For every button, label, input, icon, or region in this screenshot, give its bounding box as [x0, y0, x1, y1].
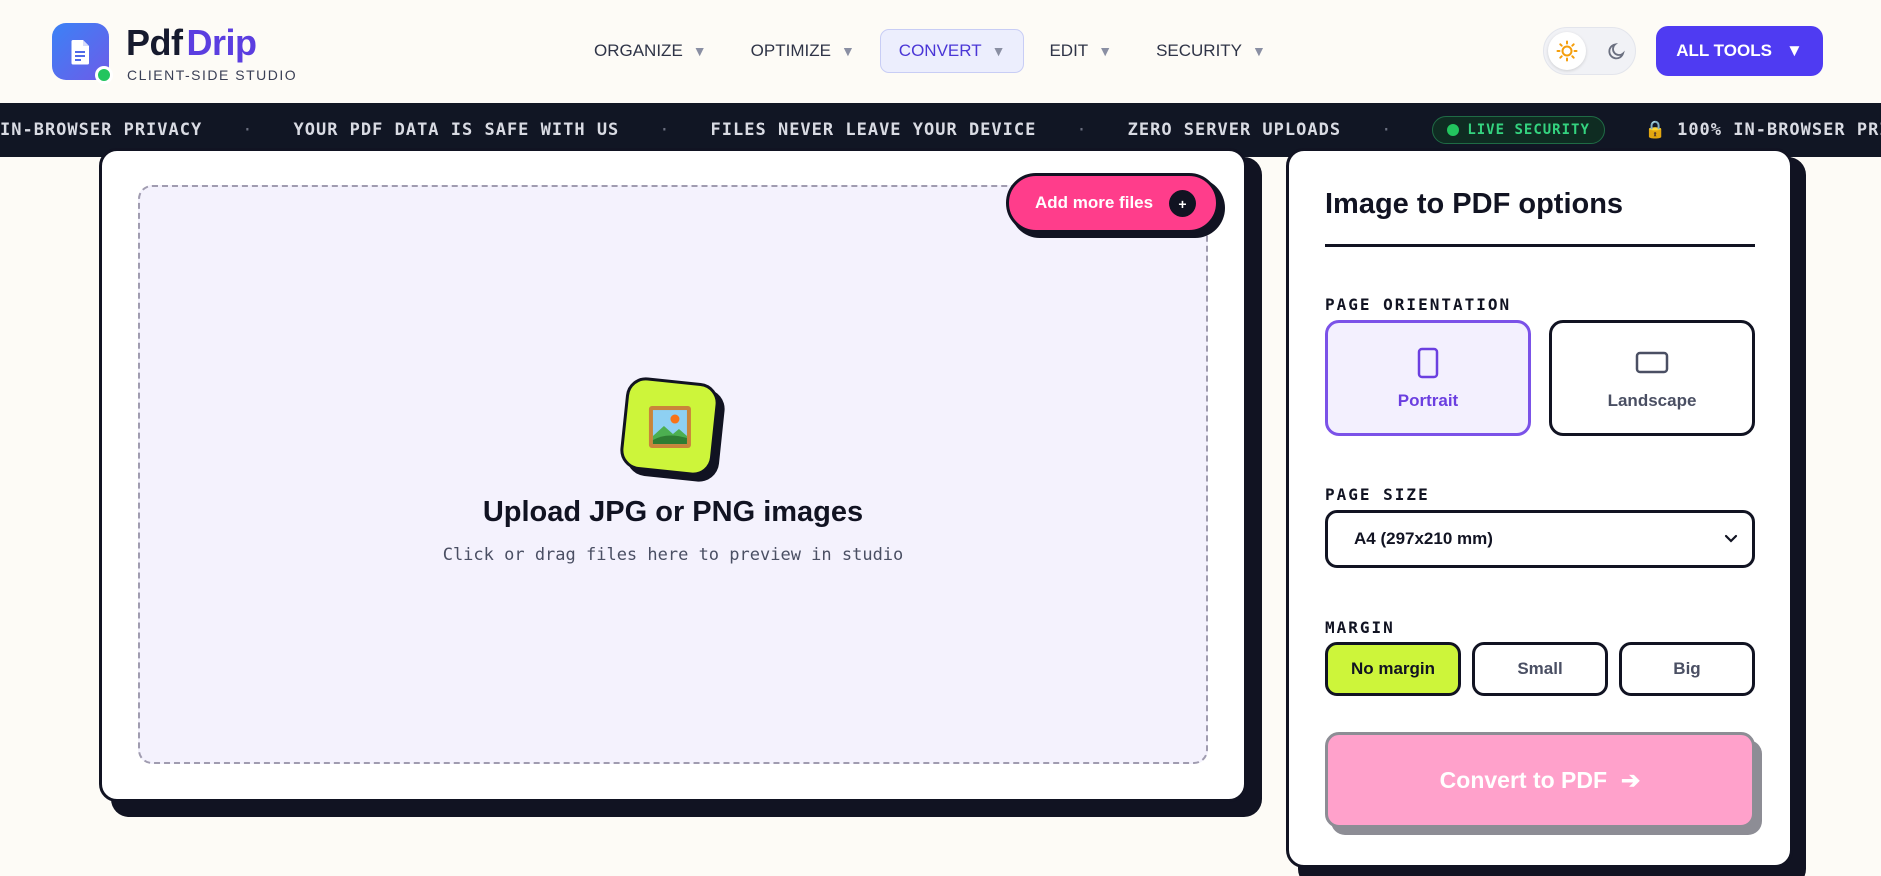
portrait-page-icon — [1417, 347, 1439, 379]
options-title: Image to PDF options — [1325, 188, 1624, 220]
margin-small-button[interactable]: Small — [1472, 642, 1608, 696]
orientation-portrait-option[interactable]: Portrait — [1325, 320, 1531, 436]
caret-down-icon: ▼ — [840, 43, 855, 59]
lock-icon: 🔒 — [1644, 120, 1668, 140]
ticker-item: IN-BROWSER PRIVACY — [0, 120, 203, 140]
nav-optimize[interactable]: OPTIMIZE ▼ — [732, 29, 874, 73]
brand-name[interactable]: Pdf Drip — [126, 22, 257, 64]
document-icon — [71, 39, 89, 64]
ticker-separator: · — [659, 120, 671, 140]
caret-down-icon: ▼ — [692, 43, 707, 59]
nav-convert[interactable]: CONVERT ▼ — [879, 29, 1025, 73]
arrow-right-icon: ➔ — [1621, 766, 1641, 793]
add-more-files-button[interactable]: Add more files + — [1006, 173, 1219, 233]
ticker-item: YOUR PDF DATA IS SAFE WITH US — [293, 120, 620, 140]
ticker-separator: · — [1381, 120, 1393, 140]
page-orientation-label: PAGE ORIENTATION — [1325, 295, 1512, 314]
ticker-separator: · — [1076, 120, 1088, 140]
theme-dark-button[interactable] — [1600, 34, 1634, 68]
page-size-label: PAGE SIZE — [1325, 485, 1430, 504]
theme-light-button[interactable] — [1548, 32, 1586, 70]
framed-picture-icon — [648, 405, 691, 448]
upload-icon-tile[interactable] — [618, 375, 721, 478]
live-security-badge: LIVE SECURITY — [1432, 116, 1605, 144]
landscape-page-icon — [1635, 351, 1669, 374]
options-divider — [1325, 244, 1755, 247]
orientation-landscape-option[interactable]: Landscape — [1549, 320, 1755, 436]
chevron-down-icon — [1724, 534, 1738, 543]
caret-down-icon: ▼ — [1098, 43, 1113, 59]
plus-icon: + — [1169, 190, 1196, 217]
sun-icon — [1556, 40, 1578, 62]
ticker-item: FILES NEVER LEAVE YOUR DEVICE — [710, 120, 1037, 140]
nav-organize[interactable]: ORGANIZE ▼ — [575, 29, 726, 73]
page-size-select[interactable]: A4 (297x210 mm) — [1325, 510, 1755, 568]
nav-security[interactable]: SECURITY ▼ — [1137, 29, 1285, 73]
theme-toggle[interactable] — [1543, 27, 1636, 75]
moon-icon — [1608, 42, 1625, 60]
caret-down-icon: ▼ — [991, 43, 1006, 59]
all-tools-button[interactable]: ALL TOOLS ▼ — [1656, 26, 1823, 76]
margin-label: MARGIN — [1325, 618, 1395, 637]
brand-subtitle: CLIENT-SIDE STUDIO — [127, 67, 298, 83]
status-dot — [95, 66, 113, 84]
upload-subtitle: Click or drag files here to preview in s… — [442, 545, 904, 565]
ticker-item: ZERO SERVER UPLOADS — [1127, 120, 1342, 140]
ticker-separator: · — [242, 120, 254, 140]
margin-big-button[interactable]: Big — [1619, 642, 1755, 696]
caret-down-icon: ▼ — [1252, 43, 1266, 59]
upload-title: Upload JPG or PNG images — [482, 496, 864, 528]
main-nav: ORGANIZE ▼ OPTIMIZE ▼ CONVERT ▼ EDIT ▼ S… — [575, 29, 1291, 73]
ticker-item: 100% IN-BROWSER PRIVA — [1677, 120, 1881, 140]
convert-to-pdf-button[interactable]: Convert to PDF ➔ — [1325, 732, 1755, 828]
nav-edit[interactable]: EDIT ▼ — [1030, 29, 1131, 73]
margin-none-button[interactable]: No margin — [1325, 642, 1461, 696]
caret-down-icon: ▼ — [1785, 41, 1803, 60]
app-header: Pdf Drip CLIENT-SIDE STUDIO ORGANIZE ▼ OP… — [0, 0, 1881, 103]
live-dot-icon — [1447, 124, 1460, 136]
